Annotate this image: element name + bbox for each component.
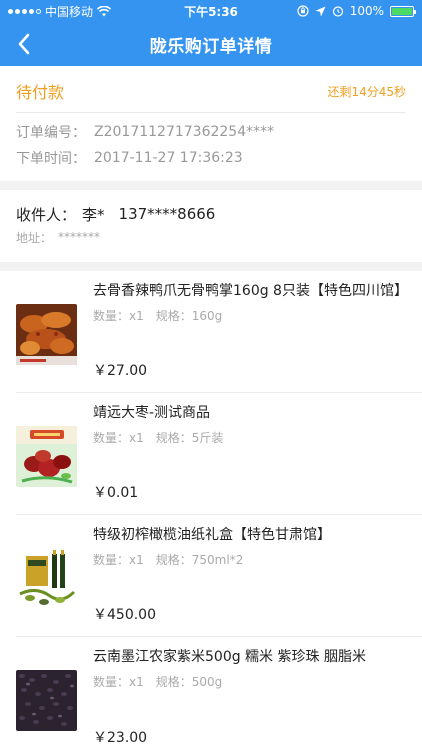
status-row: 待付款 还剩14分45秒 (16, 78, 406, 104)
order-status-card: 待付款 还剩14分45秒 订单编号： Z2017112717362254****… (0, 66, 422, 181)
product-list: 去骨香辣鸭爪无骨鸭掌160g 8只装【特色四川馆】 数量：x1 规格：160g … (0, 271, 422, 750)
address-label: 地址： (16, 230, 53, 245)
location-icon (315, 6, 326, 16)
order-number-value: Z2017112717362254**** (94, 124, 275, 140)
product-spec: 规格：500g (155, 675, 223, 689)
receiver-phone: 137****8666 (118, 205, 216, 223)
product-price: ￥27.00 (93, 363, 148, 379)
address-value: ******* (58, 230, 101, 244)
product-item[interactable]: 云南墨江农家紫米500g 糯米 紫珍珠 胭脂米 数量：x1 规格：500g ￥2… (16, 637, 422, 750)
battery-fill (392, 7, 412, 15)
order-time-label: 下单时间： (16, 151, 86, 167)
product-item[interactable]: 特级初榨橄榄油纸礼盒【特色甘肃馆】 数量：x1 规格：750ml*2 ￥450.… (16, 515, 422, 637)
order-number-label: 订单编号： (16, 125, 86, 141)
orientation-lock-icon (297, 5, 309, 17)
divider (16, 112, 406, 113)
product-spec: 规格：5斤装 (155, 431, 224, 445)
product-item[interactable]: 去骨香辣鸭爪无骨鸭掌160g 8只装【特色四川馆】 数量：x1 规格：160g … (16, 271, 422, 393)
back-button[interactable] (6, 22, 42, 66)
product-image-duck-feet (16, 304, 77, 365)
product-price: ￥450.00 (93, 607, 156, 623)
alarm-icon (332, 6, 343, 17)
order-time-value: 2017-11-27 17:36:23 (94, 150, 243, 166)
product-quantity: 数量：x1 (93, 431, 144, 445)
product-price: ￥0.01 (93, 485, 139, 501)
product-image-olive-oil (16, 548, 77, 609)
nav-bar: 陇乐购订单详情 (0, 22, 422, 66)
battery-percent: 100% (349, 4, 384, 18)
order-time-row: 下单时间： 2017-11-27 17:36:23 (16, 145, 406, 171)
product-spec-row: 数量：x1 规格：160g (93, 307, 406, 324)
page-title: 陇乐购订单详情 (149, 36, 273, 57)
signal-strength-icon (8, 8, 41, 14)
receiver-row: 收件人： 李* 137****8666 (16, 202, 406, 226)
order-status-label: 待付款 (16, 83, 65, 102)
product-quantity: 数量：x1 (93, 675, 144, 689)
product-name: 特级初榨橄榄油纸礼盒【特色甘肃馆】 (93, 527, 331, 543)
payment-countdown: 还剩14分45秒 (327, 84, 406, 99)
product-info: 特级初榨橄榄油纸礼盒【特色甘肃馆】 数量：x1 规格：750ml*2 ￥450.… (93, 525, 406, 626)
receiver-card: 收件人： 李* 137****8666 地址： ******* (0, 190, 422, 262)
product-spec: 规格：160g (155, 309, 223, 323)
product-quantity: 数量：x1 (93, 553, 144, 567)
product-name: 去骨香辣鸭爪无骨鸭掌160g 8只装【特色四川馆】 (93, 283, 408, 299)
product-item[interactable]: 靖远大枣-测试商品 数量：x1 规格：5斤装 ￥0.01 (16, 393, 422, 515)
product-image-jujube (16, 426, 77, 487)
product-name: 靖远大枣-测试商品 (93, 405, 211, 421)
product-info: 靖远大枣-测试商品 数量：x1 规格：5斤装 ￥0.01 (93, 403, 406, 504)
carrier-label: 中国移动 (45, 4, 94, 19)
receiver-label: 收件人： (16, 205, 77, 224)
product-spec-row: 数量：x1 规格：5斤装 (93, 429, 406, 446)
product-price: ￥23.00 (93, 730, 148, 746)
product-spec-row: 数量：x1 规格：750ml*2 (93, 551, 406, 568)
product-image-purple-rice (16, 670, 77, 731)
address-row: 地址： ******* (16, 226, 406, 248)
section-gap (0, 181, 422, 190)
order-number-row: 订单编号： Z2017112717362254**** (16, 119, 406, 145)
product-info: 云南墨江农家紫米500g 糯米 紫珍珠 胭脂米 数量：x1 规格：500g ￥2… (93, 647, 406, 749)
chevron-left-icon (18, 33, 30, 55)
status-right: 100% (297, 4, 416, 18)
section-gap (0, 262, 422, 271)
status-bar: 中国移动 下午5:36 100% (0, 0, 422, 22)
wifi-icon (97, 5, 112, 16)
product-spec-row: 数量：x1 规格：500g (93, 673, 406, 690)
product-name: 云南墨江农家紫米500g 糯米 紫珍珠 胭脂米 (93, 649, 366, 665)
product-spec: 规格：750ml*2 (155, 553, 244, 567)
receiver-name: 李* (82, 205, 105, 224)
product-info: 去骨香辣鸭爪无骨鸭掌160g 8只装【特色四川馆】 数量：x1 规格：160g … (93, 281, 408, 382)
product-quantity: 数量：x1 (93, 309, 144, 323)
battery-icon (390, 5, 416, 17)
status-left: 中国移动 (8, 3, 112, 20)
